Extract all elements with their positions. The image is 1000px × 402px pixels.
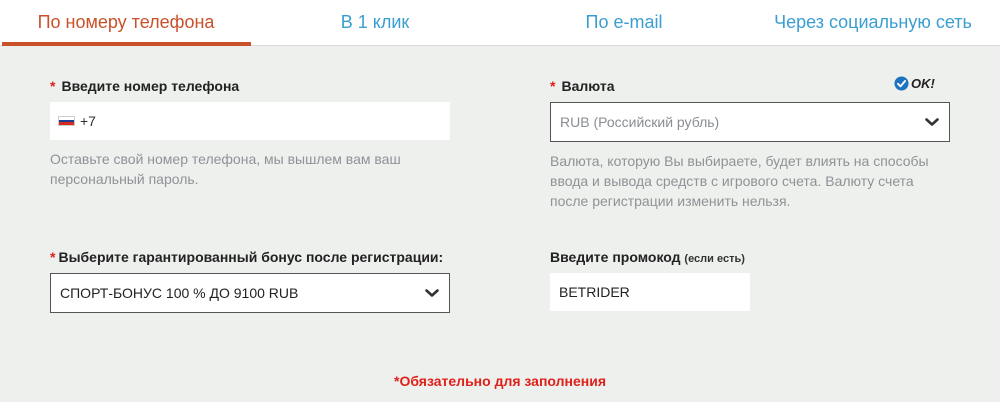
currency-help-text: Валюта, которую Вы выбираете, будет влия… [550, 153, 929, 209]
currency-ok-status: OK! [894, 74, 935, 92]
required-mark: * [50, 78, 56, 94]
promo-label: Введите промокод (если есть) [550, 249, 745, 265]
ok-text: OK! [911, 75, 935, 91]
phone-label: * Введите номер телефона [50, 78, 239, 94]
bonus-label: * Выберите гарантированный бонус после ре… [50, 249, 443, 265]
promo-code-input[interactable]: BETRIDER [550, 273, 750, 311]
required-fields-note: *Обязательно для заполнения [394, 373, 606, 389]
tab-social-network[interactable]: Через социальную сеть [760, 0, 986, 46]
bonus-select-value: СПОРТ-БОНУС 100 % ДО 9100 RUB [60, 285, 299, 301]
phone-country-code: +7 [80, 113, 96, 129]
phone-help-text: Оставьте свой номер телефона, мы вышлем … [50, 151, 401, 187]
promo-label-text: Введите промокод [550, 249, 681, 265]
chevron-down-icon [425, 289, 439, 297]
promo-code-value: BETRIDER [559, 284, 630, 300]
russia-flag-icon[interactable] [58, 116, 75, 126]
tab-by-phone[interactable]: По номеру телефона [0, 0, 252, 46]
phone-label-text: Введите номер телефона [61, 78, 240, 94]
required-mark: * [50, 249, 56, 265]
currency-select[interactable]: RUB (Российский рубль) [550, 102, 950, 142]
currency-select-value: RUB (Российский рубль) [560, 114, 720, 130]
currency-label-text: Валюта [561, 78, 615, 94]
bonus-label-text: Выберите гарантированный бонус после рег… [58, 249, 444, 265]
phone-input[interactable]: +7 [50, 102, 450, 140]
registration-tabs: По номеру телефона В 1 клик По e-mail Че… [0, 0, 1000, 46]
active-tab-indicator [2, 42, 251, 46]
tab-one-click[interactable]: В 1 клик [300, 0, 450, 46]
required-mark: * [550, 78, 556, 94]
promo-optional-note: (если есть) [684, 253, 745, 265]
chevron-down-icon [925, 118, 939, 126]
currency-label: * Валюта [550, 78, 615, 94]
bonus-select[interactable]: СПОРТ-БОНУС 100 % ДО 9100 RUB [50, 273, 450, 313]
check-circle-icon [894, 75, 909, 91]
tab-by-email[interactable]: По e-mail [549, 0, 699, 46]
